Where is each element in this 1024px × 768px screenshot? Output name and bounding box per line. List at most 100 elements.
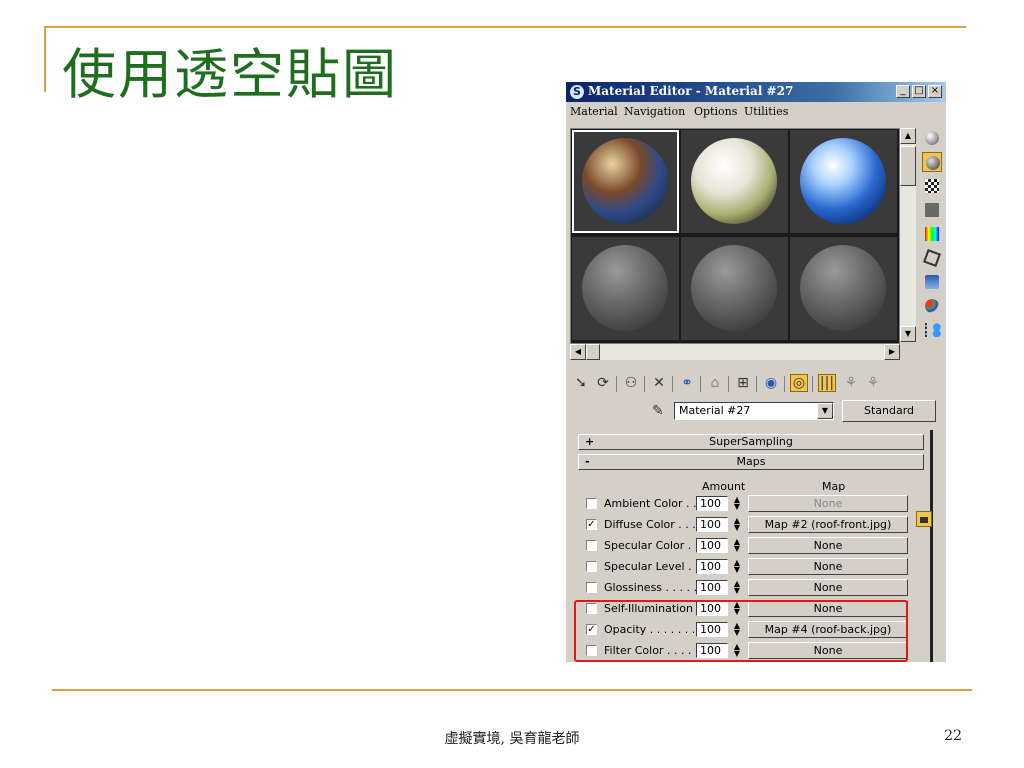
amount-field[interactable]: 100 — [696, 559, 728, 574]
amount-field[interactable]: 100 — [696, 496, 728, 511]
put-to-scene-icon[interactable]: ⟳ — [594, 374, 612, 392]
toolbar-separator — [700, 376, 701, 392]
map-slot-button[interactable]: None — [748, 495, 908, 512]
lock-icon[interactable] — [916, 511, 932, 527]
map-slot-button[interactable]: Map #2 (roof-front.jpg) — [748, 516, 908, 533]
map-slot-button[interactable]: None — [748, 579, 908, 596]
pick-from-object-icon[interactable]: ✎ — [652, 403, 664, 419]
get-material-icon[interactable]: ➘ — [572, 374, 590, 392]
toolbar-separator — [784, 376, 785, 392]
amount-spinner[interactable]: ▲ ▼ — [732, 580, 742, 595]
scroll-thumb[interactable] — [586, 344, 600, 360]
highlight-box — [574, 600, 908, 662]
close-button[interactable]: × — [928, 85, 942, 98]
map-enable-checkbox[interactable] — [586, 582, 597, 593]
material-toolbar: ➘ ⟳ ⚇ ✕ ⚭ ⌂ ⊞ ◉ ◎ ||| ⚘ ⚘ — [570, 372, 944, 396]
go-to-parent-icon[interactable]: ||| — [818, 374, 836, 392]
collapse-icon: - — [585, 455, 590, 468]
make-unique-icon[interactable]: ⚭ — [678, 374, 696, 392]
rollout-title: Maps — [736, 455, 766, 468]
max-logo-icon: S — [569, 84, 585, 100]
pick-material-icon[interactable]: ⚘ — [864, 374, 882, 392]
sample-slot[interactable] — [572, 130, 679, 233]
sample-slot[interactable] — [572, 237, 679, 340]
put-to-library-icon[interactable]: ⌂ — [706, 374, 724, 392]
material-effects-channel-icon[interactable]: ⊞ — [734, 374, 752, 392]
sample-sphere — [691, 245, 777, 331]
map-enable-checkbox[interactable]: ✓ — [586, 519, 597, 530]
material-name-value: Material #27 — [679, 404, 751, 417]
menu-material[interactable]: Material — [570, 105, 618, 118]
map-row: Specular Level . 100 ▲ ▼ None — [582, 557, 912, 577]
sample-sphere — [800, 245, 886, 331]
assign-material-icon[interactable]: ⚇ — [622, 374, 640, 392]
map-enable-checkbox[interactable] — [586, 498, 597, 509]
title-accent-bar — [44, 26, 46, 92]
map-slot-button[interactable]: None — [748, 558, 908, 575]
scroll-left-button[interactable]: ◀ — [570, 344, 586, 360]
map-slot-button[interactable]: None — [748, 537, 908, 554]
sample-horizontal-scrollbar[interactable]: ◀ ▶ — [570, 344, 900, 360]
toolbar-separator — [812, 376, 813, 392]
material-name-field[interactable]: Material #27 ▼ — [674, 402, 834, 420]
scroll-right-button[interactable]: ▶ — [884, 344, 900, 360]
sample-slot[interactable] — [790, 130, 897, 233]
amount-spinner[interactable]: ▲ ▼ — [732, 559, 742, 574]
map-channel-label: Specular Color . . — [604, 539, 699, 552]
side-toolbar — [920, 128, 946, 358]
material-editor-window: S Material Editor - Material #27 _ □ × M… — [566, 82, 946, 662]
options-icon[interactable] — [922, 272, 942, 292]
reset-map-icon[interactable]: ✕ — [650, 374, 668, 392]
scroll-down-button[interactable]: ▼ — [900, 326, 916, 342]
menu-navigation[interactable]: Navigation — [624, 105, 685, 118]
rollout-maps[interactable]: Maps - — [578, 454, 924, 470]
slide-title: 使用透空貼圖 — [62, 43, 398, 106]
amount-spinner[interactable]: ▲ ▼ — [732, 517, 742, 532]
material-type-button[interactable]: Standard — [842, 400, 936, 422]
map-enable-checkbox[interactable] — [586, 561, 597, 572]
sample-uv-tiling-icon[interactable] — [922, 200, 942, 220]
make-preview-icon[interactable] — [922, 248, 942, 268]
amount-field[interactable]: 100 — [696, 580, 728, 595]
minimize-button[interactable]: _ — [896, 85, 910, 98]
background-checker-icon[interactable] — [922, 176, 942, 196]
top-divider — [44, 26, 966, 28]
sample-slot[interactable] — [681, 130, 788, 233]
sample-slot[interactable] — [681, 237, 788, 340]
map-channel-label: Glossiness . . . . . — [604, 581, 697, 594]
sample-sphere — [582, 138, 668, 224]
amount-spinner[interactable]: ▲ ▼ — [732, 496, 742, 511]
show-map-in-viewport-icon[interactable]: ◉ — [762, 374, 780, 392]
amount-spinner[interactable]: ▲ ▼ — [732, 538, 742, 553]
scroll-thumb[interactable] — [900, 146, 916, 186]
map-enable-checkbox[interactable] — [586, 540, 597, 551]
video-color-check-icon[interactable] — [922, 224, 942, 244]
maximize-button[interactable]: □ — [912, 85, 926, 98]
sample-slot[interactable] — [790, 237, 897, 340]
go-forward-sibling-icon[interactable]: ⚘ — [842, 374, 860, 392]
show-end-result-icon[interactable]: ◎ — [790, 374, 808, 392]
map-channel-label: Specular Level . — [604, 560, 692, 573]
toolbar-separator — [616, 376, 617, 392]
backlight-icon[interactable] — [922, 152, 942, 172]
select-by-material-icon[interactable] — [922, 296, 942, 316]
amount-field[interactable]: 100 — [696, 517, 728, 532]
slide-footer: 虛擬實境, 吳育龍老師 — [444, 731, 580, 747]
map-column-header: Map — [822, 480, 846, 493]
amount-column-header: Amount — [702, 480, 746, 493]
menu-utilities[interactable]: Utilities — [744, 105, 788, 118]
rollout-supersampling[interactable]: SuperSampling + — [578, 434, 924, 450]
sample-sphere — [800, 138, 886, 224]
scroll-up-button[interactable]: ▲ — [900, 128, 916, 144]
sample-type-sphere-icon[interactable] — [922, 128, 942, 148]
chevron-down-icon[interactable]: ▼ — [817, 403, 833, 419]
toolbar-separator — [644, 376, 645, 392]
amount-field[interactable]: 100 — [696, 538, 728, 553]
sample-slot-grid — [570, 128, 900, 344]
sample-sphere — [691, 138, 777, 224]
material-map-navigator-icon[interactable] — [922, 320, 942, 340]
panel-scrollbar[interactable] — [930, 430, 933, 662]
menu-options[interactable]: Options — [694, 105, 737, 118]
map-row: Specular Color . . 100 ▲ ▼ None — [582, 536, 912, 556]
sample-vertical-scrollbar[interactable]: ▲ ▼ — [900, 128, 916, 342]
